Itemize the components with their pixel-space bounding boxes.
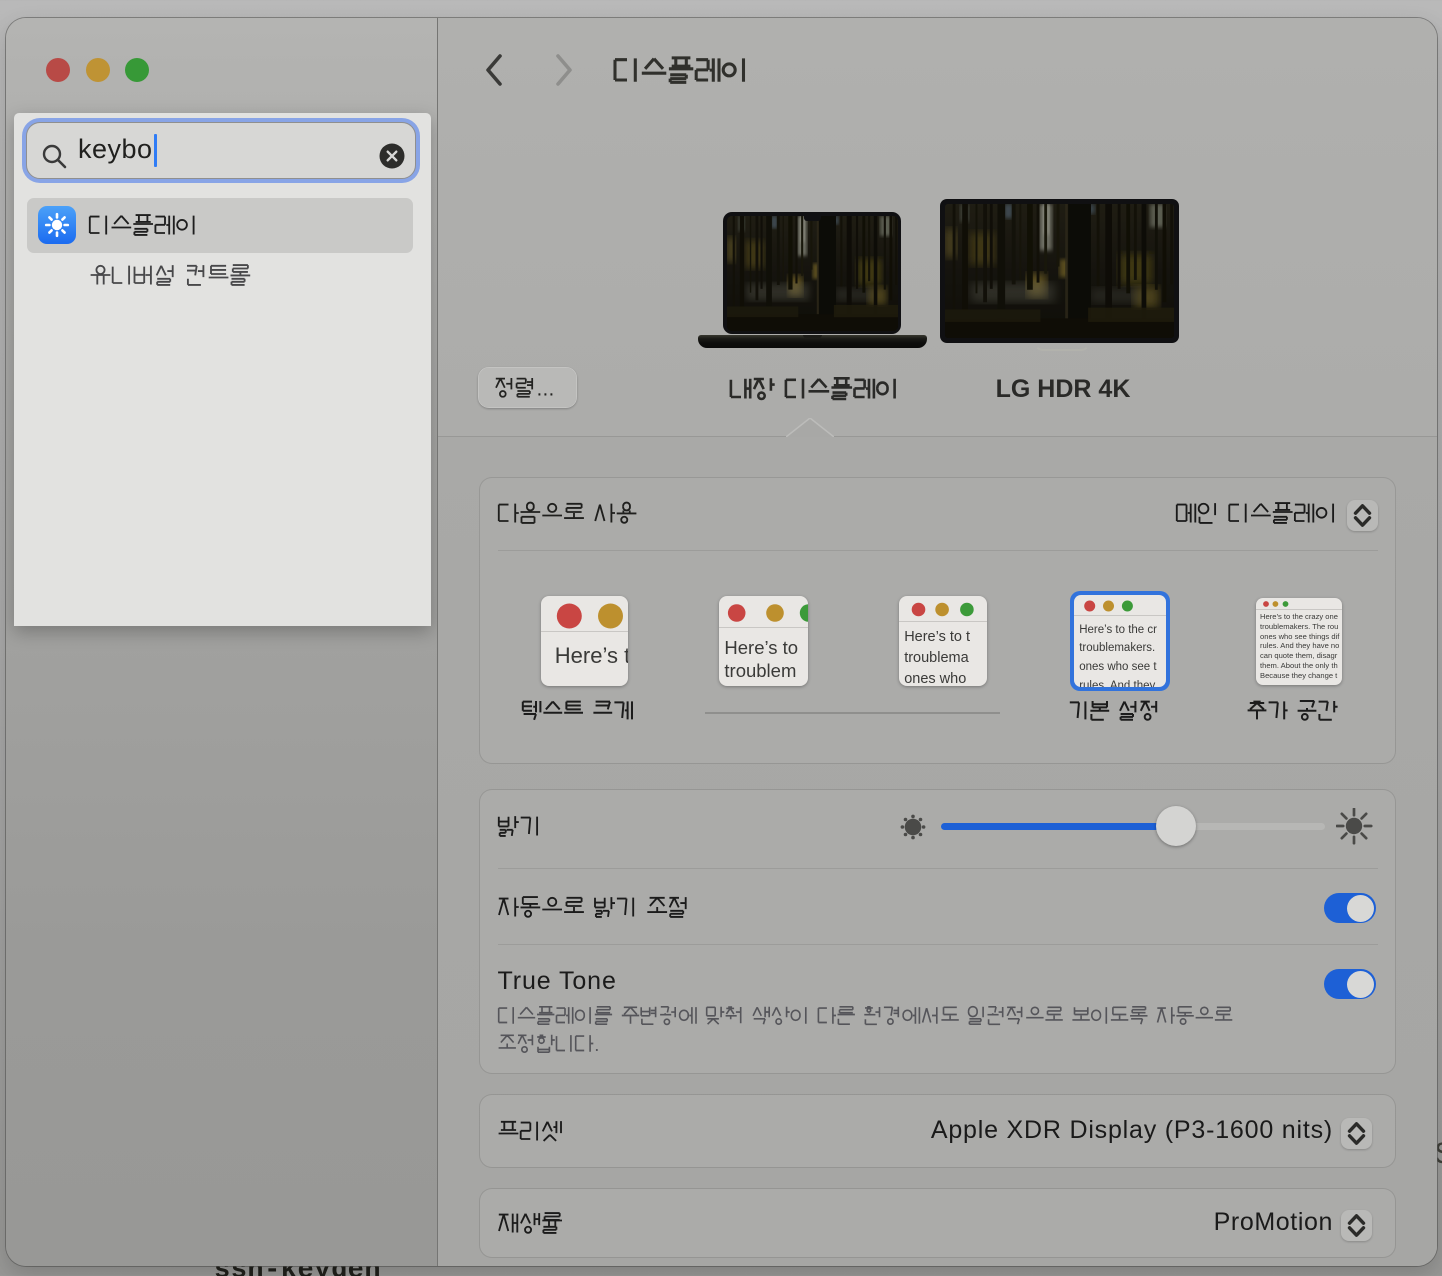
svg-text:.: . (549, 378, 555, 400)
svg-text:.: . (537, 378, 543, 400)
svg-text:.: . (543, 378, 549, 400)
svg-text:.: . (594, 1034, 599, 1055)
